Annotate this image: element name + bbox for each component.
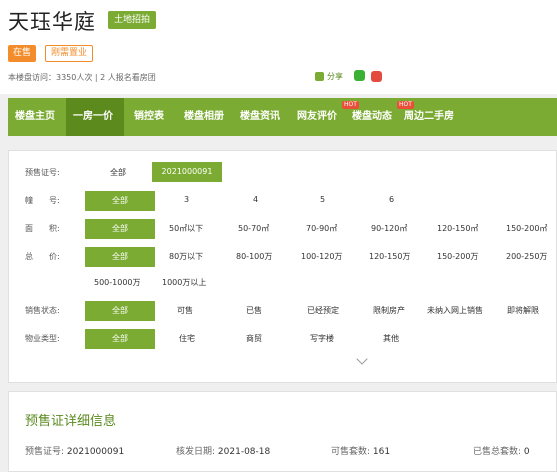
price-option[interactable]: 80-100万	[236, 251, 272, 262]
share-label: 分享	[327, 72, 343, 81]
presale-no: 预售证号: 2021000091	[25, 444, 124, 457]
nav-item-price-list[interactable]: 一房一价	[66, 98, 124, 136]
nav-item-sales-control[interactable]: 销控表	[134, 98, 164, 136]
available-value: 161	[372, 447, 391, 457]
presale-label: 预售证号:	[25, 168, 60, 177]
sale-status-option[interactable]: 可售	[177, 305, 193, 316]
area-option[interactable]: 120-150㎡	[437, 223, 478, 234]
page-title: 天珏华庭	[8, 10, 96, 34]
weibo-icon[interactable]	[371, 71, 382, 82]
price-option[interactable]: 80万以下	[169, 251, 203, 262]
nav-item-reviews[interactable]: 网友评价	[297, 98, 337, 136]
building-option-all[interactable]: 全部	[85, 191, 155, 211]
available-count: 可售套数: 161	[331, 444, 390, 457]
sale-status-option[interactable]: 已售	[246, 305, 262, 316]
land-auction-button[interactable]: 土地招拍	[108, 11, 157, 29]
presale-detail-panel: 预售证详细信息 预售证号: 2021000091 核发日期: 2021-08-1…	[8, 391, 557, 472]
price-option-all[interactable]: 全部	[85, 247, 155, 267]
price-option[interactable]: 200-250万	[506, 251, 547, 262]
project-header: 天珏华庭 土地招拍 在售 刚需置业 本楼盘访问：3350人次 | 2 人报名看房…	[0, 0, 557, 94]
visit-stats: 本楼盘访问：3350人次 | 2 人报名看房团	[8, 73, 156, 82]
property-type-badge: 刚需置业	[45, 45, 94, 62]
issue-date-label: 核发日期:	[176, 447, 216, 457]
price-option[interactable]: 150-200万	[437, 251, 478, 262]
main-nav: 楼盘主页 一房一价 销控表 楼盘相册 楼盘资讯 网友评价 HOT 楼盘动态 HO…	[8, 98, 557, 136]
building-option[interactable]: 6	[389, 195, 394, 204]
nav-item-second-hand[interactable]: 周边二手房	[404, 98, 454, 136]
building-option[interactable]: 4	[253, 195, 258, 204]
chevron-down-icon[interactable]	[356, 353, 368, 365]
nav-item-news[interactable]: 楼盘资讯	[240, 98, 280, 136]
property-type-option[interactable]: 写字楼	[310, 333, 334, 344]
building-label: 幢 号:	[25, 196, 60, 205]
property-type-label: 物业类型:	[25, 334, 60, 343]
nav-item-album[interactable]: 楼盘相册	[184, 98, 224, 136]
area-option[interactable]: 50-70㎡	[238, 223, 269, 234]
available-label: 可售套数:	[331, 447, 371, 457]
price-label: 总 价:	[25, 252, 60, 261]
wechat-icon[interactable]	[354, 70, 365, 81]
presale-option-selected[interactable]: 2021000091	[152, 162, 222, 182]
issue-date: 核发日期: 2021-08-18	[176, 444, 270, 457]
area-label: 面 积:	[25, 224, 60, 233]
property-type-option[interactable]: 其他	[383, 333, 399, 344]
area-option[interactable]: 90-120㎡	[371, 223, 407, 234]
sale-status-label: 销售状态:	[25, 306, 60, 315]
sale-status-option[interactable]: 已经预定	[307, 305, 339, 316]
sold-value: 0	[523, 447, 530, 457]
area-option-all[interactable]: 全部	[85, 219, 155, 239]
building-option[interactable]: 3	[184, 195, 189, 204]
filter-panel: 预售证号: 全部 2021000091 幢 号: 全部 3 4 5 6 面 积:…	[8, 150, 557, 383]
share-icon	[315, 72, 324, 81]
nav-item-home[interactable]: 楼盘主页	[15, 98, 55, 136]
sale-status-option[interactable]: 即将解限	[507, 305, 539, 316]
area-option[interactable]: 50㎡以下	[169, 223, 203, 234]
area-option[interactable]: 70-90㎡	[306, 223, 337, 234]
issue-date-value: 2021-08-18	[217, 447, 271, 457]
share-button[interactable]: 分享	[315, 71, 343, 82]
presale-no-value: 2021000091	[66, 447, 125, 457]
sale-status-option[interactable]: 限制房产	[373, 305, 405, 316]
nav-item-updates[interactable]: 楼盘动态	[352, 98, 392, 136]
property-type-option[interactable]: 商贸	[246, 333, 262, 344]
sale-status-badge: 在售	[8, 45, 37, 62]
property-type-option[interactable]: 住宅	[179, 333, 195, 344]
sale-status-option[interactable]: 未纳入网上销售	[427, 305, 483, 316]
area-option[interactable]: 150-200㎡	[506, 223, 547, 234]
building-option[interactable]: 5	[320, 195, 325, 204]
presale-option-all[interactable]: 全部	[110, 167, 126, 178]
sold-label: 已售总套数:	[473, 447, 522, 457]
sale-status-option-all[interactable]: 全部	[85, 301, 155, 321]
detail-title: 预售证详细信息	[25, 414, 117, 429]
property-type-option-all[interactable]: 全部	[85, 329, 155, 349]
price-option[interactable]: 1000万以上	[162, 277, 206, 288]
price-option[interactable]: 100-120万	[301, 251, 342, 262]
presale-no-label: 预售证号:	[25, 447, 65, 457]
price-option[interactable]: 120-150万	[369, 251, 410, 262]
sold-count: 已售总套数: 0	[473, 444, 530, 457]
price-option[interactable]: 500-1000万	[94, 277, 141, 288]
